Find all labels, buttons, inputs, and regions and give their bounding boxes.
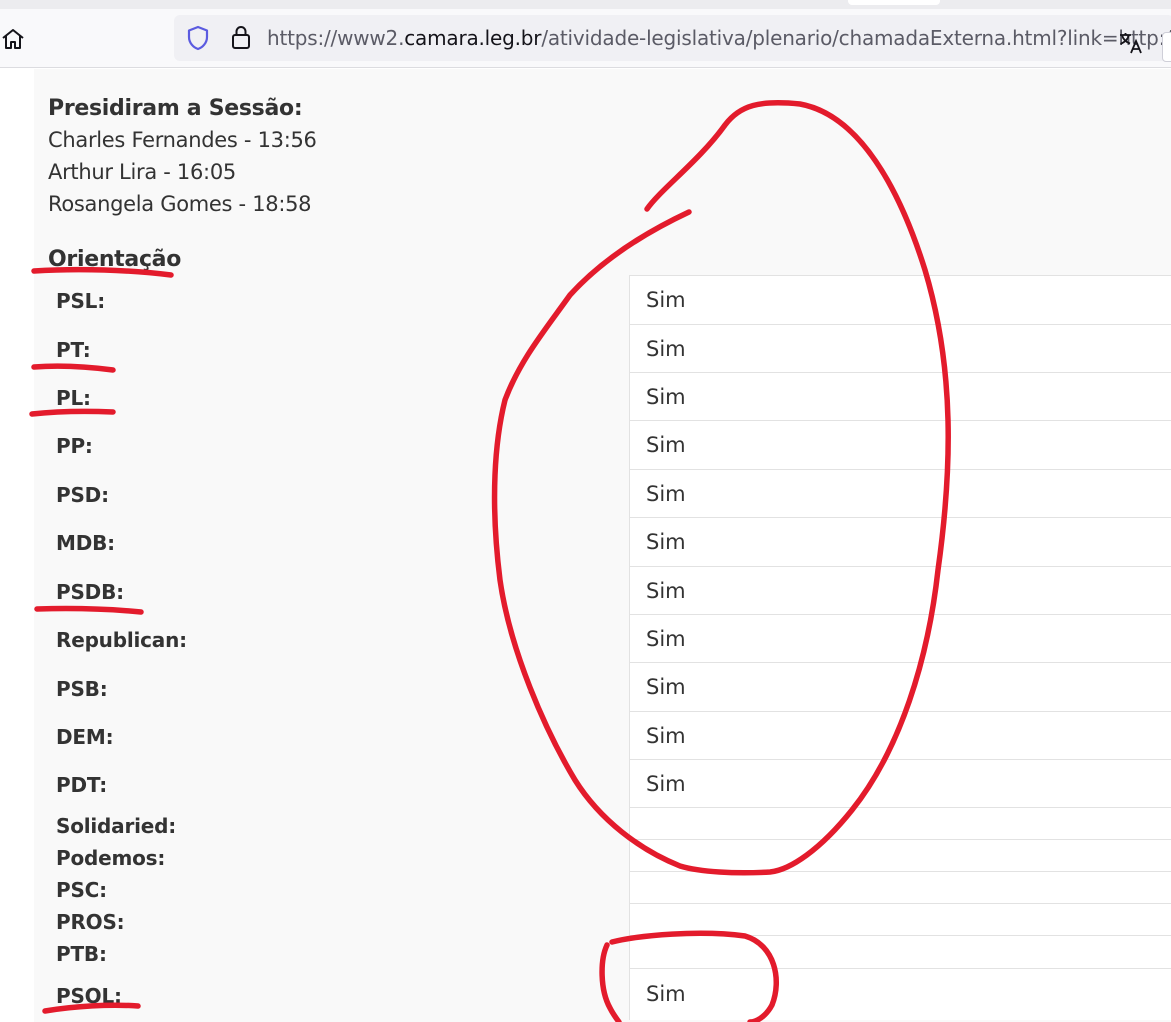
party-label-psl: PSL:: [56, 289, 106, 313]
party-label-podemos: Podemos:: [56, 846, 166, 870]
vote-cell: [630, 935, 1171, 968]
president-1: Charles Fernandes - 13:56: [48, 128, 317, 152]
home-icon[interactable]: [0, 27, 26, 51]
vote-cell: Sim: [630, 566, 1171, 614]
vote-cell: Sim: [630, 662, 1171, 711]
party-label-pp: PP:: [56, 434, 93, 458]
party-label-mdb: MDB:: [56, 531, 115, 555]
vote-cell: Sim: [630, 517, 1171, 566]
vote-cell: Sim: [630, 759, 1171, 807]
vote-cell: Sim: [630, 324, 1171, 372]
vote-cell: Sim: [630, 420, 1171, 469]
left-margin: [0, 69, 34, 1022]
url-text[interactable]: https://www2.camara.leg.br/atividade-leg…: [267, 26, 1171, 50]
vote-cell: Sim: [630, 711, 1171, 759]
party-label-psdb: PSDB:: [56, 580, 124, 604]
url-domain: camara.leg.br: [404, 26, 542, 50]
vote-table: Sim Sim Sim Sim Sim Sim Sim Sim Sim Sim …: [629, 275, 1171, 1020]
party-label-psb: PSB:: [56, 677, 108, 701]
browser-toolbar: https://www2.camara.leg.br/atividade-leg…: [0, 9, 1171, 68]
lock-icon[interactable]: [230, 24, 252, 55]
party-label-pt: PT:: [56, 338, 91, 362]
url-path: /atividade-legislativa/plenario/chamadaE…: [541, 26, 1171, 50]
vote-cell: Sim: [630, 372, 1171, 420]
active-tab-edge[interactable]: [848, 0, 940, 5]
vote-cell: Sim: [630, 614, 1171, 662]
party-label-pros: PROS:: [56, 910, 125, 934]
vote-cell: [630, 839, 1171, 871]
translate-icon[interactable]: [1118, 31, 1144, 61]
tab-strip: [0, 0, 1171, 9]
toolbar-button-partial[interactable]: [1162, 32, 1171, 62]
party-label-psol: PSOL:: [56, 984, 122, 1008]
party-label-solidaried: Solidaried:: [56, 814, 177, 838]
party-label-psc: PSC:: [56, 878, 107, 902]
party-label-republican: Republican:: [56, 628, 187, 652]
url-prefix: https://www2.: [267, 26, 405, 50]
vote-cell: Sim: [630, 968, 1171, 1020]
orientation-heading: Orientação: [48, 247, 182, 272]
party-label-pl: PL:: [56, 386, 91, 410]
vote-cell: Sim: [630, 469, 1171, 517]
party-label-pdt: PDT:: [56, 773, 108, 797]
party-label-ptb: PTB:: [56, 942, 107, 966]
president-2: Arthur Lira - 16:05: [48, 160, 236, 184]
vote-cell: Sim: [630, 275, 1171, 324]
president-3: Rosangela Gomes - 18:58: [48, 192, 312, 216]
party-label-psd: PSD:: [56, 483, 109, 507]
address-bar[interactable]: https://www2.camara.leg.br/atividade-leg…: [174, 15, 1171, 61]
presidents-heading: Presidiram a Sessão:: [48, 96, 303, 121]
vote-cell: [630, 807, 1171, 839]
vote-cell: [630, 903, 1171, 935]
vote-cell: [630, 871, 1171, 903]
tracking-shield-icon[interactable]: [186, 25, 210, 56]
party-label-dem: DEM:: [56, 725, 114, 749]
